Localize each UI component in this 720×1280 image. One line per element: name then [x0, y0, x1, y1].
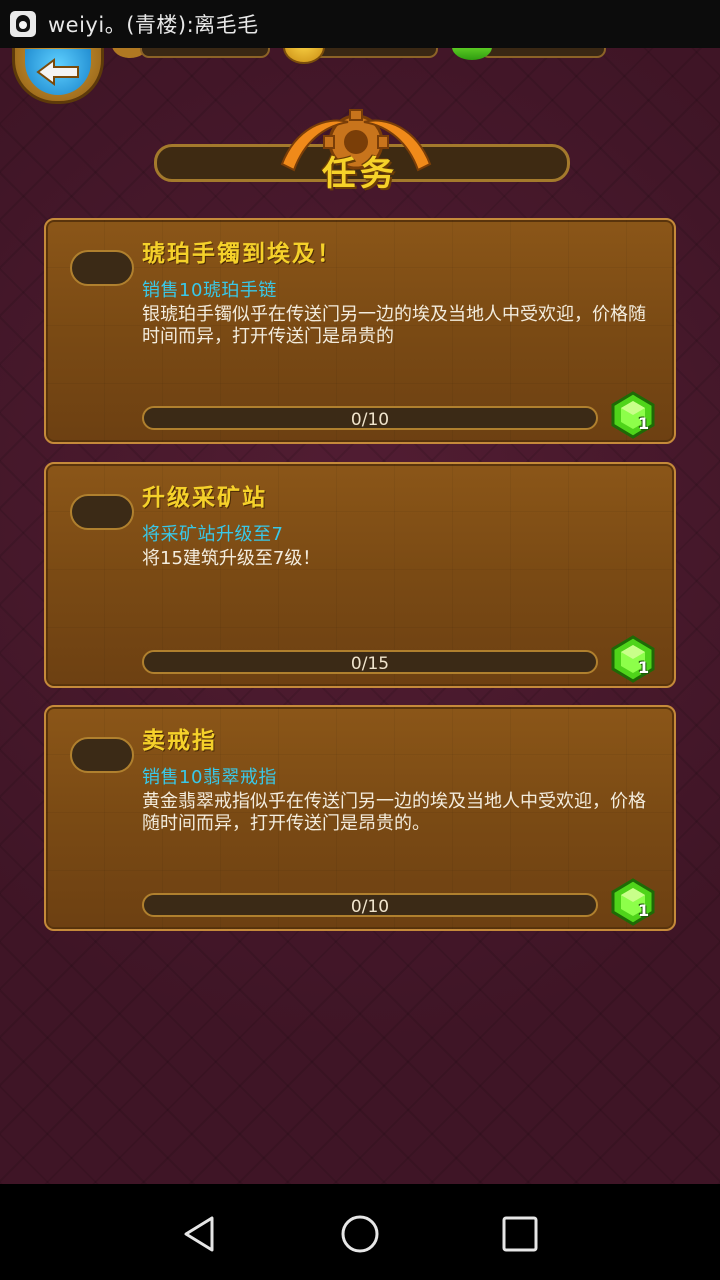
level-bar: [140, 48, 270, 58]
quest-description: 将15建筑升级至7级！: [142, 548, 321, 569]
quest-card[interactable]: 琥珀手镯到埃及！ 销售10琥珀手链 银琥珀手镯似乎在传送门另一边的埃及当地人中受…: [44, 218, 676, 444]
quest-objective: 销售10琥珀手链: [142, 280, 277, 301]
circle-home-icon[interactable]: [338, 1212, 382, 1256]
quest-title: 卖戒指: [142, 728, 217, 754]
green-gem-icon: [611, 878, 655, 926]
game-screen: 任务 琥珀手镯到埃及！ 销售10琥珀手链 银琥珀手镯似乎在传送门另一边的埃及当地…: [0, 48, 720, 1184]
quest-progress-text: 0/10: [350, 410, 390, 430]
quest-objective: 将采矿站升级至7: [142, 524, 284, 545]
green-gem-icon: [611, 635, 655, 683]
quest-icon-slot: [70, 494, 134, 530]
triangle-back-icon[interactable]: [178, 1212, 222, 1256]
green-gem-icon: [611, 391, 655, 439]
quest-title: 升级采矿站: [142, 485, 267, 511]
reward-count: 1: [638, 658, 650, 677]
quest-description: 黄金翡翠戒指似乎在传送门另一边的埃及当地人中受欢迎，价格随时间而异，打开传送门是…: [142, 791, 646, 834]
qq-penguin-icon: [10, 11, 36, 37]
quest-icon-slot: [70, 250, 134, 286]
quest-description: 银琥珀手镯似乎在传送门另一边的埃及当地人中受欢迎，价格随时间而异，打开传送门是昂…: [142, 304, 646, 347]
coin-bar: [312, 48, 438, 58]
reward-count: 1: [638, 414, 650, 433]
quest-card[interactable]: 升级采矿站 将采矿站升级至7 将15建筑升级至7级！ 0/15 1: [44, 462, 676, 688]
quest-objective: 销售10翡翠戒指: [142, 767, 277, 788]
back-button[interactable]: [12, 48, 104, 104]
back-arrow-icon: [25, 49, 91, 95]
quest-icon-slot: [70, 737, 134, 773]
navigation-bar: [0, 1184, 720, 1280]
notification-text: weiyi。(青楼):离毛毛: [48, 13, 259, 37]
status-bar: weiyi。(青楼):离毛毛: [0, 0, 720, 48]
quest-card[interactable]: 卖戒指 销售10翡翠戒指 黄金翡翠戒指似乎在传送门另一边的埃及当地人中受欢迎，价…: [44, 705, 676, 931]
quest-progress-text: 0/15: [350, 654, 390, 674]
reward-count: 1: [638, 901, 650, 920]
gem-icon: [452, 48, 492, 60]
square-recents-icon[interactable]: [498, 1212, 542, 1256]
gem-bar: [480, 48, 606, 58]
page-title: 任务: [322, 154, 398, 194]
quest-title: 琥珀手镯到埃及！: [142, 241, 342, 267]
quest-progress-text: 0/10: [350, 897, 390, 917]
coin-icon: [283, 48, 325, 64]
